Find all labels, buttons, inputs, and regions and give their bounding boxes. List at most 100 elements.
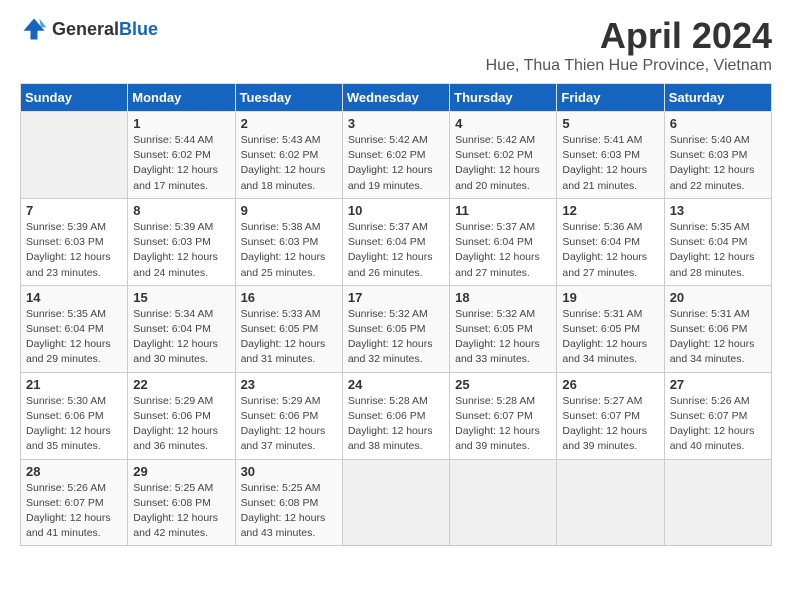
weekday-header-monday: Monday [128, 84, 235, 112]
calendar-cell: 5 Sunrise: 5:41 AMSunset: 6:03 PMDaylight… [557, 112, 664, 199]
day-number: 22 [133, 377, 229, 392]
day-info: Sunrise: 5:30 AMSunset: 6:06 PMDaylight:… [26, 394, 122, 455]
day-info: Sunrise: 5:25 AMSunset: 6:08 PMDaylight:… [133, 481, 229, 542]
day-info: Sunrise: 5:41 AMSunset: 6:03 PMDaylight:… [562, 133, 658, 194]
day-number: 10 [348, 203, 444, 218]
calendar-cell: 12 Sunrise: 5:36 AMSunset: 6:04 PMDayligh… [557, 198, 664, 285]
calendar-cell: 27Sunrise: 5:26 AMSunset: 6:07 PMDayligh… [664, 372, 771, 459]
day-number: 1 [133, 116, 229, 131]
calendar-cell: 1 Sunrise: 5:44 AMSunset: 6:02 PMDaylight… [128, 112, 235, 199]
week-row-4: 21Sunrise: 5:30 AMSunset: 6:06 PMDayligh… [21, 372, 772, 459]
location-title: Hue, Thua Thien Hue Province, Vietnam [486, 57, 772, 75]
calendar-cell [557, 459, 664, 546]
calendar-cell: 15 Sunrise: 5:34 AMSunset: 6:04 PMDayligh… [128, 285, 235, 372]
day-info: Sunrise: 5:32 AMSunset: 6:05 PMDaylight:… [348, 307, 444, 368]
calendar-cell: 13 Sunrise: 5:35 AMSunset: 6:04 PMDayligh… [664, 198, 771, 285]
day-number: 25 [455, 377, 551, 392]
calendar-cell: 8Sunrise: 5:39 AMSunset: 6:03 PMDaylight… [128, 198, 235, 285]
logo-general-text: General [52, 19, 119, 39]
calendar-cell [342, 459, 449, 546]
day-info: Sunrise: 5:38 AMSunset: 6:03 PMDaylight:… [241, 220, 337, 281]
day-info: Sunrise: 5:25 AMSunset: 6:08 PMDaylight:… [241, 481, 337, 542]
day-number: 13 [670, 203, 766, 218]
title-block: April 2024 Hue, Thua Thien Hue Province,… [486, 15, 772, 75]
calendar-cell [664, 459, 771, 546]
day-info: Sunrise: 5:43 AMSunset: 6:02 PMDaylight:… [241, 133, 337, 194]
day-number: 6 [670, 116, 766, 131]
day-number: 3 [348, 116, 444, 131]
day-info: Sunrise: 5:28 AMSunset: 6:06 PMDaylight:… [348, 394, 444, 455]
day-number: 26 [562, 377, 658, 392]
calendar-cell: 29 Sunrise: 5:25 AMSunset: 6:08 PMDayligh… [128, 459, 235, 546]
calendar-cell: 28 Sunrise: 5:26 AMSunset: 6:07 PMDayligh… [21, 459, 128, 546]
calendar-cell: 21Sunrise: 5:30 AMSunset: 6:06 PMDayligh… [21, 372, 128, 459]
day-info: Sunrise: 5:36 AMSunset: 6:04 PMDaylight:… [562, 220, 658, 281]
day-info: Sunrise: 5:29 AMSunset: 6:06 PMDaylight:… [133, 394, 229, 455]
calendar-cell: 2 Sunrise: 5:43 AMSunset: 6:02 PMDaylight… [235, 112, 342, 199]
day-number: 12 [562, 203, 658, 218]
calendar-cell: 30 Sunrise: 5:25 AMSunset: 6:08 PMDayligh… [235, 459, 342, 546]
calendar-cell: 19 Sunrise: 5:31 AMSunset: 6:05 PMDayligh… [557, 285, 664, 372]
week-row-1: 1 Sunrise: 5:44 AMSunset: 6:02 PMDaylight… [21, 112, 772, 199]
calendar-cell: 10 Sunrise: 5:37 AMSunset: 6:04 PMDayligh… [342, 198, 449, 285]
day-info: Sunrise: 5:27 AMSunset: 6:07 PMDaylight:… [562, 394, 658, 455]
day-info: Sunrise: 5:34 AMSunset: 6:04 PMDaylight:… [133, 307, 229, 368]
day-info: Sunrise: 5:31 AMSunset: 6:05 PMDaylight:… [562, 307, 658, 368]
calendar-cell: 9 Sunrise: 5:38 AMSunset: 6:03 PMDaylight… [235, 198, 342, 285]
day-number: 4 [455, 116, 551, 131]
day-number: 19 [562, 290, 658, 305]
calendar-cell: 23Sunrise: 5:29 AMSunset: 6:06 PMDayligh… [235, 372, 342, 459]
day-info: Sunrise: 5:40 AMSunset: 6:03 PMDaylight:… [670, 133, 766, 194]
day-info: Sunrise: 5:37 AMSunset: 6:04 PMDaylight:… [455, 220, 551, 281]
day-number: 16 [241, 290, 337, 305]
day-info: Sunrise: 5:37 AMSunset: 6:04 PMDaylight:… [348, 220, 444, 281]
day-number: 20 [670, 290, 766, 305]
day-number: 29 [133, 464, 229, 479]
logo-blue-text: Blue [119, 19, 158, 39]
calendar-cell [21, 112, 128, 199]
calendar-cell: 20 Sunrise: 5:31 AMSunset: 6:06 PMDayligh… [664, 285, 771, 372]
day-info: Sunrise: 5:39 AMSunset: 6:03 PMDaylight:… [133, 220, 229, 281]
weekday-header-thursday: Thursday [450, 84, 557, 112]
calendar-cell: 17Sunrise: 5:32 AMSunset: 6:05 PMDayligh… [342, 285, 449, 372]
day-info: Sunrise: 5:35 AMSunset: 6:04 PMDaylight:… [670, 220, 766, 281]
day-number: 11 [455, 203, 551, 218]
calendar-cell: 24 Sunrise: 5:28 AMSunset: 6:06 PMDayligh… [342, 372, 449, 459]
day-info: Sunrise: 5:26 AMSunset: 6:07 PMDaylight:… [670, 394, 766, 455]
weekday-header-sunday: Sunday [21, 84, 128, 112]
day-number: 9 [241, 203, 337, 218]
weekday-header-tuesday: Tuesday [235, 84, 342, 112]
day-info: Sunrise: 5:42 AMSunset: 6:02 PMDaylight:… [348, 133, 444, 194]
day-number: 23 [241, 377, 337, 392]
day-info: Sunrise: 5:42 AMSunset: 6:02 PMDaylight:… [455, 133, 551, 194]
day-number: 30 [241, 464, 337, 479]
calendar-cell: 7Sunrise: 5:39 AMSunset: 6:03 PMDaylight… [21, 198, 128, 285]
calendar-cell: 22 Sunrise: 5:29 AMSunset: 6:06 PMDayligh… [128, 372, 235, 459]
day-info: Sunrise: 5:39 AMSunset: 6:03 PMDaylight:… [26, 220, 122, 281]
day-number: 5 [562, 116, 658, 131]
calendar-table: SundayMondayTuesdayWednesdayThursdayFrid… [20, 83, 772, 546]
day-info: Sunrise: 5:31 AMSunset: 6:06 PMDaylight:… [670, 307, 766, 368]
day-number: 14 [26, 290, 122, 305]
day-number: 15 [133, 290, 229, 305]
day-number: 24 [348, 377, 444, 392]
day-info: Sunrise: 5:32 AMSunset: 6:05 PMDaylight:… [455, 307, 551, 368]
day-info: Sunrise: 5:28 AMSunset: 6:07 PMDaylight:… [455, 394, 551, 455]
calendar-cell: 3 Sunrise: 5:42 AMSunset: 6:02 PMDaylight… [342, 112, 449, 199]
weekday-header-wednesday: Wednesday [342, 84, 449, 112]
day-number: 28 [26, 464, 122, 479]
calendar-cell: 6 Sunrise: 5:40 AMSunset: 6:03 PMDaylight… [664, 112, 771, 199]
logo-icon [20, 15, 48, 43]
week-row-2: 7Sunrise: 5:39 AMSunset: 6:03 PMDaylight… [21, 198, 772, 285]
calendar-cell: 14Sunrise: 5:35 AMSunset: 6:04 PMDayligh… [21, 285, 128, 372]
day-info: Sunrise: 5:26 AMSunset: 6:07 PMDaylight:… [26, 481, 122, 542]
weekday-header-row: SundayMondayTuesdayWednesdayThursdayFrid… [21, 84, 772, 112]
calendar-cell: 4 Sunrise: 5:42 AMSunset: 6:02 PMDaylight… [450, 112, 557, 199]
day-info: Sunrise: 5:44 AMSunset: 6:02 PMDaylight:… [133, 133, 229, 194]
day-number: 2 [241, 116, 337, 131]
calendar-cell: 25 Sunrise: 5:28 AMSunset: 6:07 PMDayligh… [450, 372, 557, 459]
calendar-cell [450, 459, 557, 546]
day-info: Sunrise: 5:33 AMSunset: 6:05 PMDaylight:… [241, 307, 337, 368]
week-row-3: 14Sunrise: 5:35 AMSunset: 6:04 PMDayligh… [21, 285, 772, 372]
calendar-cell: 11 Sunrise: 5:37 AMSunset: 6:04 PMDayligh… [450, 198, 557, 285]
